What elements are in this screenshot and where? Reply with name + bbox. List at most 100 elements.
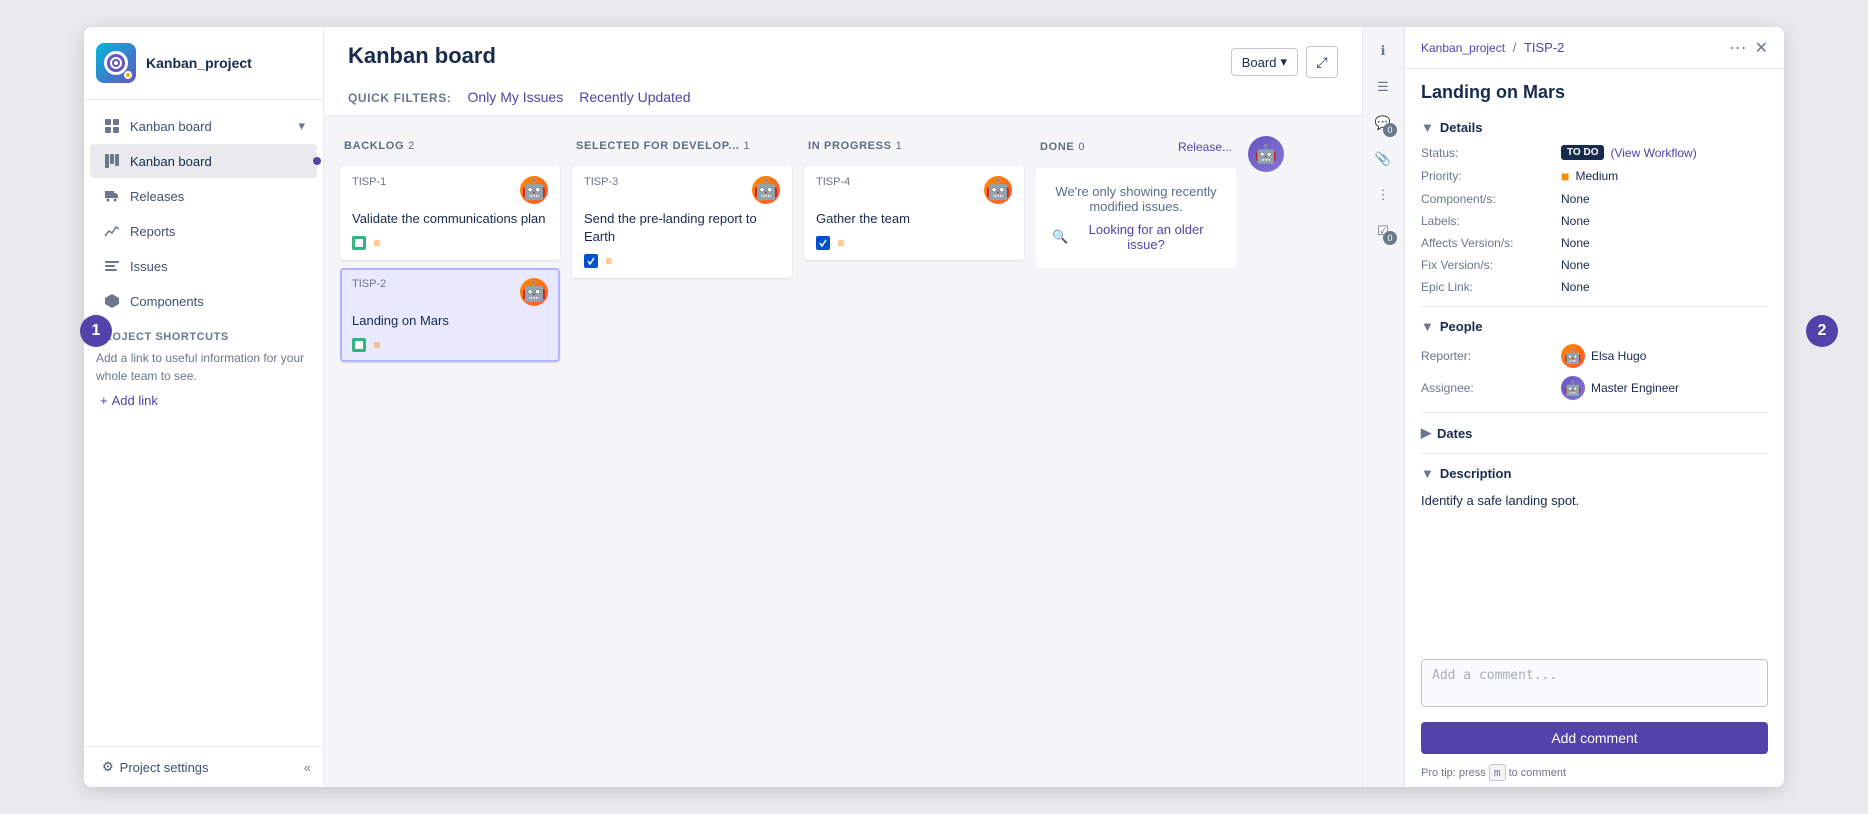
- priority-icon-4: ≡: [834, 236, 848, 250]
- column-in-progress: IN PROGRESS 1 TISP-4 🤖 Gath: [804, 132, 1024, 771]
- breadcrumb-issue[interactable]: TISP-2: [1524, 40, 1564, 55]
- status-badge[interactable]: TO DO: [1561, 145, 1604, 160]
- affects-row: Affects Version/s: None: [1421, 236, 1768, 250]
- expand-btn[interactable]: ⤢: [1306, 46, 1338, 78]
- card-tisp-1-title: Validate the communications plan: [352, 210, 548, 228]
- priority-icon: ≡: [370, 236, 384, 250]
- filter-recently-updated[interactable]: Recently Updated: [579, 81, 690, 115]
- older-issue-text: Looking for an older issue?: [1072, 222, 1220, 252]
- sidebar-item-reports[interactable]: Reports: [90, 214, 317, 248]
- search-icon: 🔍: [1052, 229, 1068, 245]
- truck-icon: [102, 186, 122, 206]
- priority-icon-3: ≡: [602, 254, 616, 268]
- tutorial-badge-2: 2: [1806, 315, 1838, 347]
- column-count-in-progress: 1: [896, 140, 902, 152]
- info-icon-btn[interactable]: ℹ: [1367, 35, 1399, 67]
- breadcrumb-sep: /: [1513, 40, 1520, 55]
- people-section-header[interactable]: ▼ People: [1421, 319, 1768, 334]
- sidebar-item-kanban-board[interactable]: Kanban board: [90, 144, 317, 178]
- people-chevron-icon: ▼: [1421, 319, 1434, 334]
- desc-chevron-icon: ▼: [1421, 466, 1434, 481]
- breadcrumb-project[interactable]: Kanban_project: [1421, 41, 1505, 55]
- avatar-face-2: 🤖: [522, 278, 547, 306]
- activity-icon-btn[interactable]: ☰: [1367, 71, 1399, 103]
- column-title-backlog: BACKLOG: [344, 140, 404, 152]
- assignee-value: 🤖 Master Engineer: [1561, 376, 1679, 400]
- older-issue-link[interactable]: 🔍 Looking for an older issue?: [1052, 222, 1220, 252]
- priority-value: ■ Medium: [1561, 168, 1618, 184]
- board-view-btn[interactable]: Board ▾: [1231, 48, 1298, 76]
- column-avatar-spacer: 🤖: [1248, 132, 1284, 771]
- project-icon: [96, 43, 136, 83]
- comment-icon-btn[interactable]: 💬 0: [1367, 107, 1399, 139]
- card-tisp-2[interactable]: TISP-2 🤖 Landing on Mars ≡: [340, 268, 560, 362]
- comment-count-badge: 0: [1383, 123, 1397, 137]
- card-tisp-1[interactable]: TISP-1 🤖 Validate the communications pla…: [340, 166, 560, 260]
- sidebar-item-kanban-parent[interactable]: Kanban board ▾: [90, 109, 317, 143]
- card-tisp-3-footer: ≡: [584, 254, 780, 268]
- add-comment-btn[interactable]: Add comment: [1421, 722, 1768, 754]
- dates-section-header[interactable]: ▶ Dates: [1421, 425, 1768, 441]
- gear-icon: ⚙: [102, 759, 114, 775]
- epic-row: Epic Link: None: [1421, 280, 1768, 294]
- comment-input[interactable]: [1421, 659, 1768, 707]
- more-action-btn[interactable]: ···: [1729, 37, 1747, 58]
- shortcuts-section: PROJECT SHORTCUTS Add a link to useful i…: [84, 319, 323, 420]
- status-label: Status:: [1421, 146, 1561, 160]
- column-release-link[interactable]: Release...: [1178, 140, 1232, 154]
- panel-side-toolbar: ℹ ☰ 💬 0 📎 ⋮ ☑ 0: [1363, 27, 1404, 787]
- card-tisp-1-footer: ≡: [352, 236, 548, 250]
- divider-3: [1421, 453, 1768, 454]
- sidebar-item-issues[interactable]: Issues: [90, 249, 317, 283]
- details-label: Details: [1440, 120, 1483, 135]
- card-tisp-4-avatar: 🤖: [984, 176, 1012, 204]
- story-badge-2: [352, 338, 366, 352]
- attachment-icon-btn[interactable]: 📎: [1367, 143, 1399, 175]
- sidebar: Kanban_project Kanban board ▾: [84, 27, 324, 787]
- workflow-link[interactable]: (View Workflow): [1610, 146, 1696, 160]
- avatar-face-4: 🤖: [986, 176, 1011, 204]
- sidebar-item-reports-label: Reports: [130, 224, 176, 239]
- board-avatar-face: 🤖: [1255, 140, 1277, 168]
- panel-actions: ··· ✕: [1729, 37, 1768, 58]
- reporter-name: Elsa Hugo: [1591, 349, 1646, 363]
- priority-icon-2: ≡: [370, 338, 384, 352]
- card-tisp-3[interactable]: TISP-3 🤖 Send the pre-landing report to …: [572, 166, 792, 278]
- more-icon-btn[interactable]: ⋮: [1367, 179, 1399, 211]
- sidebar-item-releases-label: Releases: [130, 189, 184, 204]
- assignee-avatar-face: 🤖: [1564, 380, 1581, 397]
- assignee-name: Master Engineer: [1591, 381, 1679, 395]
- column-cards-backlog: TISP-1 🤖 Validate the communications pla…: [340, 166, 560, 771]
- settings-label: Project settings: [120, 760, 209, 775]
- sidebar-item-components[interactable]: Components: [90, 284, 317, 318]
- desc-section-header[interactable]: ▼ Description: [1421, 466, 1768, 481]
- filter-my-issues[interactable]: Only My Issues: [468, 81, 564, 115]
- card-tisp-2-id: TISP-2: [352, 278, 386, 290]
- card-tisp-4[interactable]: TISP-4 🤖 Gather the team ≡: [804, 166, 1024, 260]
- labels-value: None: [1561, 214, 1590, 228]
- reporter-avatar-face: 🤖: [1564, 348, 1581, 365]
- pro-tip-key: m: [1489, 764, 1506, 781]
- add-link-btn[interactable]: + Add link: [96, 393, 311, 408]
- divider-2: [1421, 412, 1768, 413]
- card-tisp-2-header: TISP-2 🤖: [352, 278, 548, 306]
- details-section-header[interactable]: ▼ Details: [1421, 120, 1768, 135]
- card-tisp-4-title: Gather the team: [816, 210, 1012, 228]
- shortcuts-desc: Add a link to useful information for you…: [96, 349, 311, 385]
- status-value: TO DO (View Workflow): [1561, 145, 1697, 160]
- affects-label: Affects Version/s:: [1421, 236, 1561, 250]
- story-badge-4: [816, 236, 830, 250]
- card-tisp-3-title: Send the pre-landing report to Earth: [584, 210, 780, 246]
- sidebar-item-releases[interactable]: Releases: [90, 179, 317, 213]
- settings-link[interactable]: ⚙ Project settings: [96, 759, 209, 775]
- checklist-icon-btn[interactable]: ☑ 0: [1367, 215, 1399, 247]
- board-btn-label: Board: [1242, 55, 1277, 70]
- story-badge-3: [584, 254, 598, 268]
- done-message: We're only showing recently modified iss…: [1036, 168, 1236, 268]
- column-title-selected: SELECTED FOR DEVELOP...: [576, 140, 740, 152]
- close-panel-btn[interactable]: ✕: [1755, 38, 1768, 58]
- sidebar-header: Kanban_project: [84, 27, 323, 100]
- assignee-label: Assignee:: [1421, 381, 1561, 395]
- component-icon: [102, 291, 122, 311]
- collapse-btn[interactable]: «: [304, 760, 311, 775]
